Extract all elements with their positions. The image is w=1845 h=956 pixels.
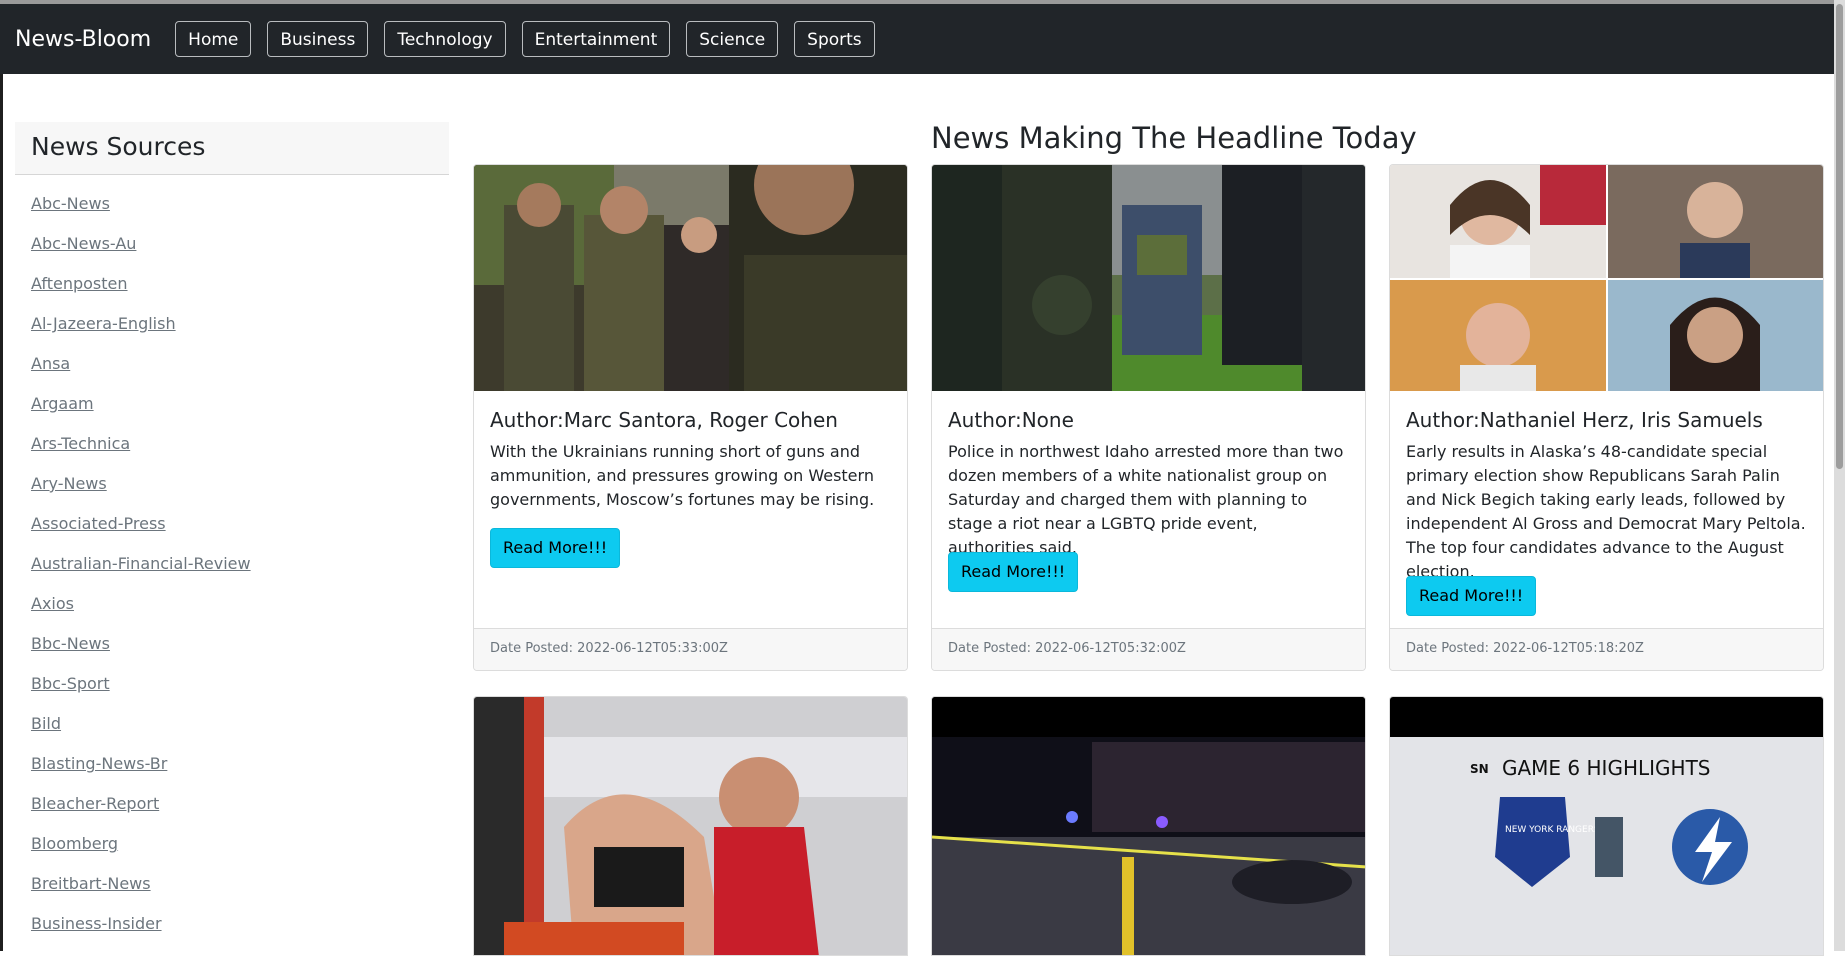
news-card-image (931, 696, 1366, 956)
source-link[interactable]: Bild (31, 710, 431, 750)
card-footer: Date Posted: 2022-06-12T05:32:00Z (932, 628, 1365, 670)
article-description: Early results in Alaska’s 48-candidate s… (1406, 442, 1806, 581)
date-posted: Date Posted: 2022-06-12T05:32:00Z (948, 641, 1186, 656)
source-link[interactable]: Bbc-News (31, 630, 431, 670)
nav-entertainment-button[interactable]: Entertainment (521, 21, 671, 57)
nav-technology-button[interactable]: Technology (384, 21, 506, 57)
news-card: Author:Nathaniel Herz, Iris Samuels Earl… (1389, 164, 1824, 671)
sidebar-title: News Sources (31, 132, 206, 161)
source-link[interactable]: Associated-Press (31, 510, 431, 550)
source-link[interactable]: Breitbart-News (31, 870, 431, 910)
source-link[interactable]: Ars-Technica (31, 430, 431, 470)
card-footer: Date Posted: 2022-06-12T05:18:20Z (1390, 628, 1823, 670)
scrollbar-thumb[interactable] (1836, 4, 1843, 469)
news-card: Author:None Police in northwest Idaho ar… (931, 164, 1366, 671)
news-card-image (473, 696, 908, 956)
source-link[interactable]: Axios (31, 590, 431, 630)
sidebar-header: News Sources (15, 122, 449, 175)
article-image (474, 165, 907, 391)
navbar: News-Bloom Home Business Technology Ente… (0, 4, 1834, 74)
source-link[interactable]: Bbc-Sport (31, 670, 431, 710)
source-link[interactable]: Australian-Financial-Review (31, 550, 431, 590)
nav-business-button[interactable]: Business (267, 21, 369, 57)
read-more-button[interactable]: Read More!!! (490, 528, 621, 568)
card-footer: Date Posted: 2022-06-12T05:33:00Z (474, 628, 907, 670)
news-card-image: SN GAME 6 HIGHLIGHTS NEW YORK RANGERS (1389, 696, 1824, 956)
nav-home-button[interactable]: Home (175, 21, 252, 57)
read-more-button[interactable]: Read More!!! (948, 552, 1079, 592)
network-logo: SN (1470, 762, 1489, 776)
source-link[interactable]: Blasting-News-Br (31, 750, 431, 790)
source-link[interactable]: Aftenposten (31, 270, 431, 310)
source-link[interactable]: Bloomberg (31, 830, 431, 870)
source-link[interactable]: Bleacher-Report (31, 790, 431, 830)
date-posted: Date Posted: 2022-06-12T05:18:20Z (1406, 641, 1644, 656)
nav-science-button[interactable]: Science (686, 21, 779, 57)
left-edge-strip (0, 74, 3, 951)
team-logo-text: NEW YORK RANGERS (1505, 825, 1600, 835)
article-image (1390, 165, 1823, 391)
source-link[interactable]: Ary-News (31, 470, 431, 510)
source-link[interactable]: Abc-News-Au (31, 230, 431, 270)
article-author: Author:Nathaniel Herz, Iris Samuels (1406, 408, 1763, 432)
article-description: Police in northwest Idaho arrested more … (948, 442, 1344, 557)
brand-logo[interactable]: News-Bloom (15, 27, 151, 52)
read-more-button[interactable]: Read More!!! (1406, 576, 1537, 616)
article-author: Author:Marc Santora, Roger Cohen (490, 408, 838, 432)
source-link[interactable]: Business-Insider (31, 910, 431, 950)
article-image (932, 165, 1365, 391)
source-link[interactable]: Argaam (31, 390, 431, 430)
article-author: Author:None (948, 408, 1074, 432)
page-headline: News Making The Headline Today (931, 121, 1417, 155)
page-scrollbar[interactable] (1834, 0, 1845, 951)
source-link[interactable]: Ansa (31, 350, 431, 390)
news-card: Author:Marc Santora, Roger Cohen With th… (473, 164, 908, 671)
nav-sports-button[interactable]: Sports (794, 21, 875, 57)
article-description: With the Ukrainians running short of gun… (490, 442, 875, 509)
source-link[interactable]: Al-Jazeera-English (31, 310, 431, 350)
date-posted: Date Posted: 2022-06-12T05:33:00Z (490, 641, 728, 656)
news-sources-list: Abc-News Abc-News-Au Aftenposten Al-Jaze… (31, 190, 431, 950)
source-link[interactable]: Abc-News (31, 190, 431, 230)
highlight-title: GAME 6 HIGHLIGHTS (1502, 756, 1710, 780)
